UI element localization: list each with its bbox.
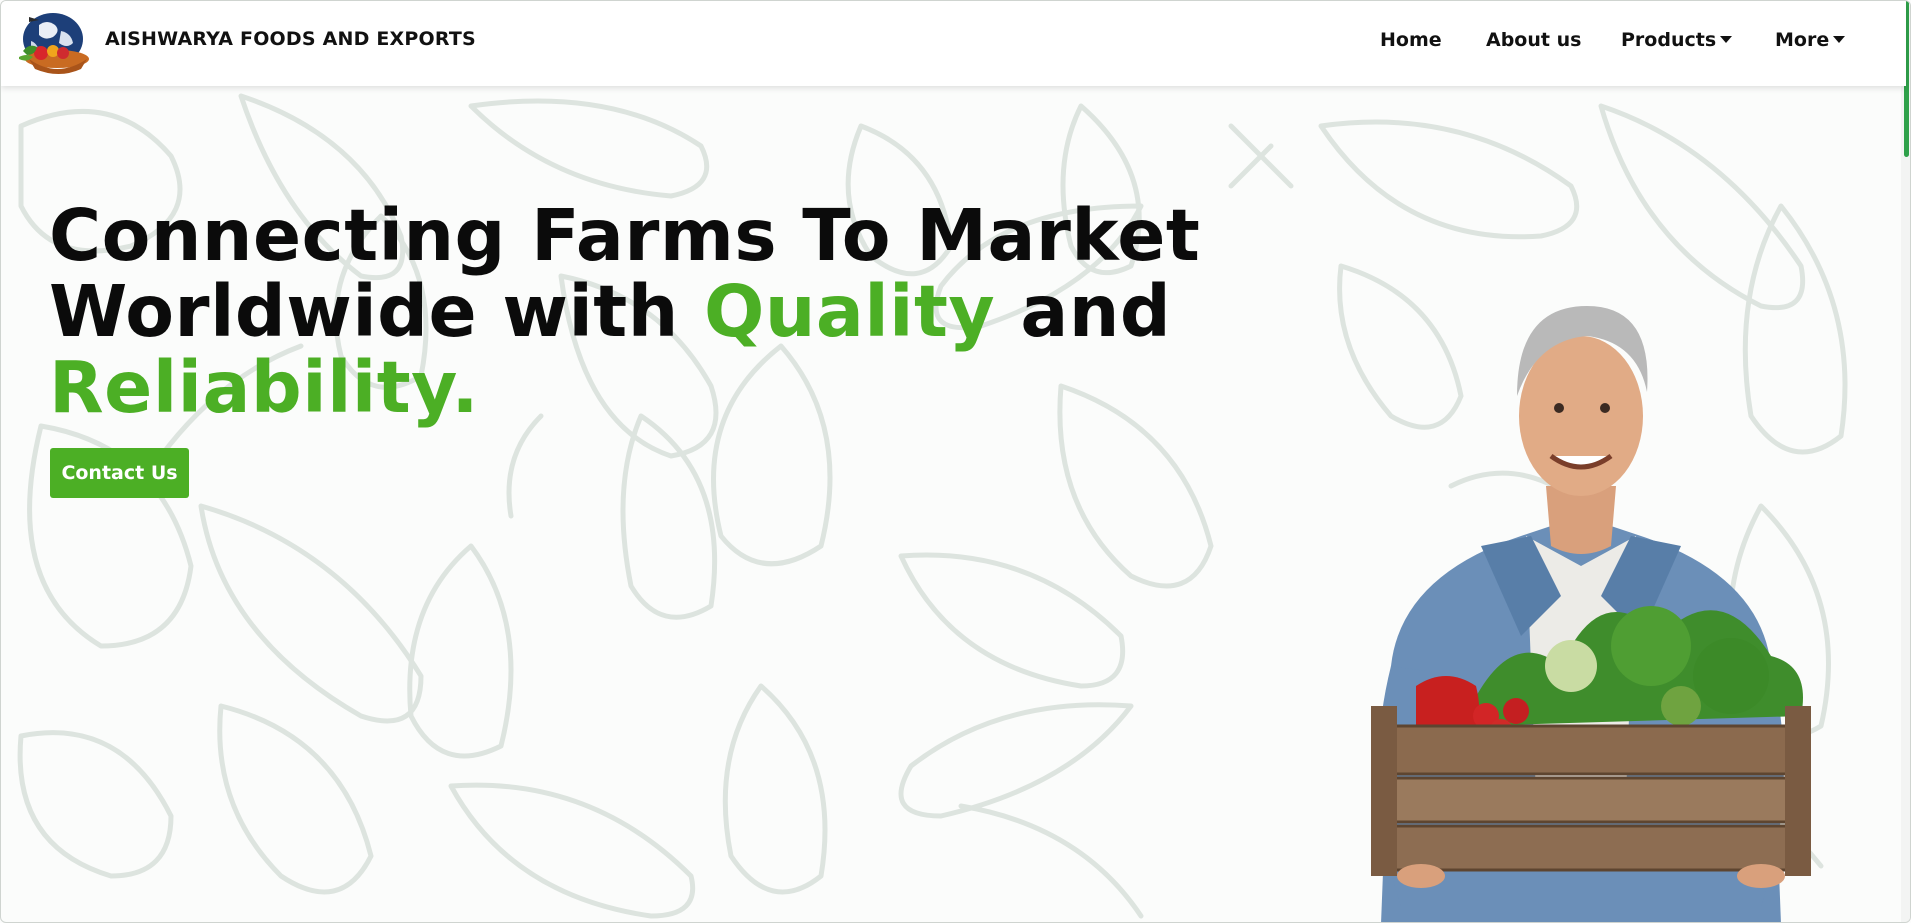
nav-about-us[interactable]: About us xyxy=(1486,29,1581,51)
browser-viewport: AISHWARYA FOODS AND EXPORTS Home About u… xyxy=(0,0,1911,923)
hero-section: Connecting Farms To Market Worldwide with… xyxy=(1,86,1901,922)
hero-headline: Connecting Farms To Market Worldwide with… xyxy=(49,198,1200,426)
farmer-with-crate-image xyxy=(1371,306,1811,922)
contact-us-button[interactable]: Contact Us xyxy=(50,448,189,498)
nav-more[interactable]: More xyxy=(1775,29,1846,51)
globe-basket-logo-icon[interactable] xyxy=(11,11,91,77)
nav-products[interactable]: Products xyxy=(1621,29,1733,51)
nav-home[interactable]: Home xyxy=(1380,29,1442,51)
headline-highlight-reliability: Reliability. xyxy=(49,346,479,429)
headline-highlight-quality: Quality xyxy=(704,270,996,353)
brand-name[interactable]: AISHWARYA FOODS AND EXPORTS xyxy=(105,28,476,50)
nav-more-label: More xyxy=(1775,29,1830,51)
headline-line-1: Connecting Farms To Market xyxy=(49,194,1201,277)
headline-line-2-end: and xyxy=(995,270,1172,353)
headline-line-2-start: Worldwide with xyxy=(49,270,704,353)
vertical-scrollbar[interactable] xyxy=(1901,1,1910,922)
caret-down-icon xyxy=(1720,36,1733,43)
nav-home-label: Home xyxy=(1380,29,1442,51)
caret-down-icon xyxy=(1833,36,1846,43)
site-header: AISHWARYA FOODS AND EXPORTS Home About u… xyxy=(1,1,1906,86)
nav-products-label: Products xyxy=(1621,29,1717,51)
nav-about-us-label: About us xyxy=(1486,29,1582,51)
